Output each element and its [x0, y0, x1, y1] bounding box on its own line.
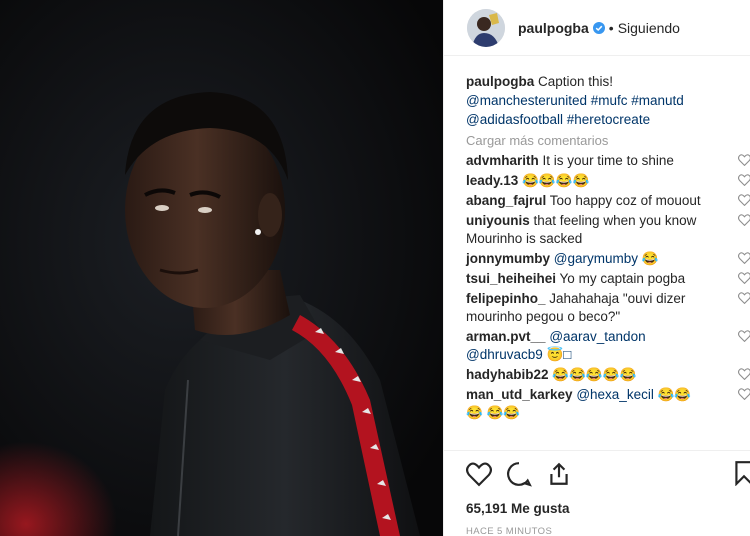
caption-text: Caption this! — [538, 74, 614, 89]
caption-tags-line-2[interactable]: @adidasfootball #heretocreate — [466, 112, 650, 127]
comment-username[interactable]: man_utd_karkey — [466, 387, 573, 402]
post-header: paulpogba • Siguiendo — [444, 0, 750, 56]
caption-username[interactable]: paulpogba — [466, 74, 534, 89]
comment-username[interactable]: tsui_heiheihei — [466, 271, 556, 286]
comment-like-heart-icon[interactable] — [738, 154, 750, 166]
caption-tags-line-1[interactable]: @manchesterunited #mufc #manutd — [466, 93, 684, 108]
comment-like-heart-icon[interactable] — [738, 368, 750, 380]
comment-like-heart-icon[interactable] — [738, 330, 750, 342]
post-actions: 65,191 Me gusta HACE 5 MINUTOS — [444, 450, 750, 536]
comment-bubble-icon[interactable] — [506, 461, 532, 487]
comment-like-heart-icon[interactable] — [738, 292, 750, 304]
comment-row: felipepinho_ Jahahahaja "ouvi dizer mour… — [466, 290, 750, 326]
comment-row: advmharith It is your time to shine — [466, 152, 750, 170]
comment-username[interactable]: arman.pvt__ — [466, 329, 546, 344]
likes-count[interactable]: 65,191 Me gusta — [466, 501, 750, 516]
header-username[interactable]: paulpogba — [518, 20, 589, 36]
comment-like-heart-icon[interactable] — [738, 252, 750, 264]
post-caption: paulpogba Caption this! @manchesterunite… — [466, 72, 721, 129]
comment-text: Too happy coz of mouout — [549, 193, 701, 208]
load-more-comments-button[interactable]: Cargar más comentarios — [466, 133, 750, 148]
comment-username[interactable]: jonnymumby — [466, 251, 550, 266]
comment-text: 😂😂😂😂😂 — [552, 367, 637, 382]
comment-like-heart-icon[interactable] — [738, 174, 750, 186]
comment-row: abang_fajrul Too happy coz of mouout — [466, 192, 750, 210]
header-separator: • — [608, 19, 614, 36]
follow-status-button[interactable]: Siguiendo — [618, 20, 680, 36]
heart-icon[interactable] — [466, 461, 492, 487]
comment-like-heart-icon[interactable] — [738, 194, 750, 206]
avatar[interactable] — [467, 8, 505, 47]
bookmark-icon[interactable] — [733, 460, 750, 486]
comment-username[interactable]: leady.13 — [466, 173, 518, 188]
comment-username[interactable]: felipepinho_ — [466, 291, 546, 306]
comment-row: jonnymumby @garymumby 😂 — [466, 250, 750, 268]
comments-list[interactable]: paulpogba Caption this! @manchesterunite… — [444, 64, 750, 450]
comment-like-heart-icon[interactable] — [738, 272, 750, 284]
comment-text: @garymumby 😂 — [553, 251, 659, 266]
comment-row: hadyhabib22 😂😂😂😂😂 — [466, 366, 750, 384]
share-icon[interactable] — [546, 461, 572, 487]
portrait-image — [0, 0, 443, 536]
comment-text: 😂😂😂😂 — [522, 173, 590, 188]
comment-row: arman.pvt__ @aarav_tandon @dhruvacb9 😇□ — [466, 328, 750, 364]
comment-username[interactable]: abang_fajrul — [466, 193, 546, 208]
comment-username[interactable]: advmharith — [466, 153, 539, 168]
comment-username[interactable]: hadyhabib22 — [466, 367, 549, 382]
comment-like-heart-icon[interactable] — [738, 388, 750, 400]
comment-row: leady.13 😂😂😂😂 — [466, 172, 750, 190]
comment-text: Yo my captain pogba — [559, 271, 686, 286]
action-icons — [466, 459, 750, 489]
comment-row: man_utd_karkey @hexa_kecil 😂😂😂 😂😂 — [466, 386, 750, 422]
comment-username[interactable]: uniyounis — [466, 213, 530, 228]
post-sidebar: paulpogba • Siguiendo paulpogba Caption … — [443, 0, 750, 536]
post-timestamp: HACE 5 MINUTOS — [466, 526, 553, 536]
post-photo[interactable] — [0, 0, 443, 536]
comment-row: tsui_heiheihei Yo my captain pogba — [466, 270, 750, 288]
comment-row: uniyounis that feeling when you know Mou… — [466, 212, 750, 248]
comment-like-heart-icon[interactable] — [738, 214, 750, 226]
comment-text: It is your time to shine — [542, 153, 674, 168]
verified-badge-icon — [592, 21, 605, 34]
